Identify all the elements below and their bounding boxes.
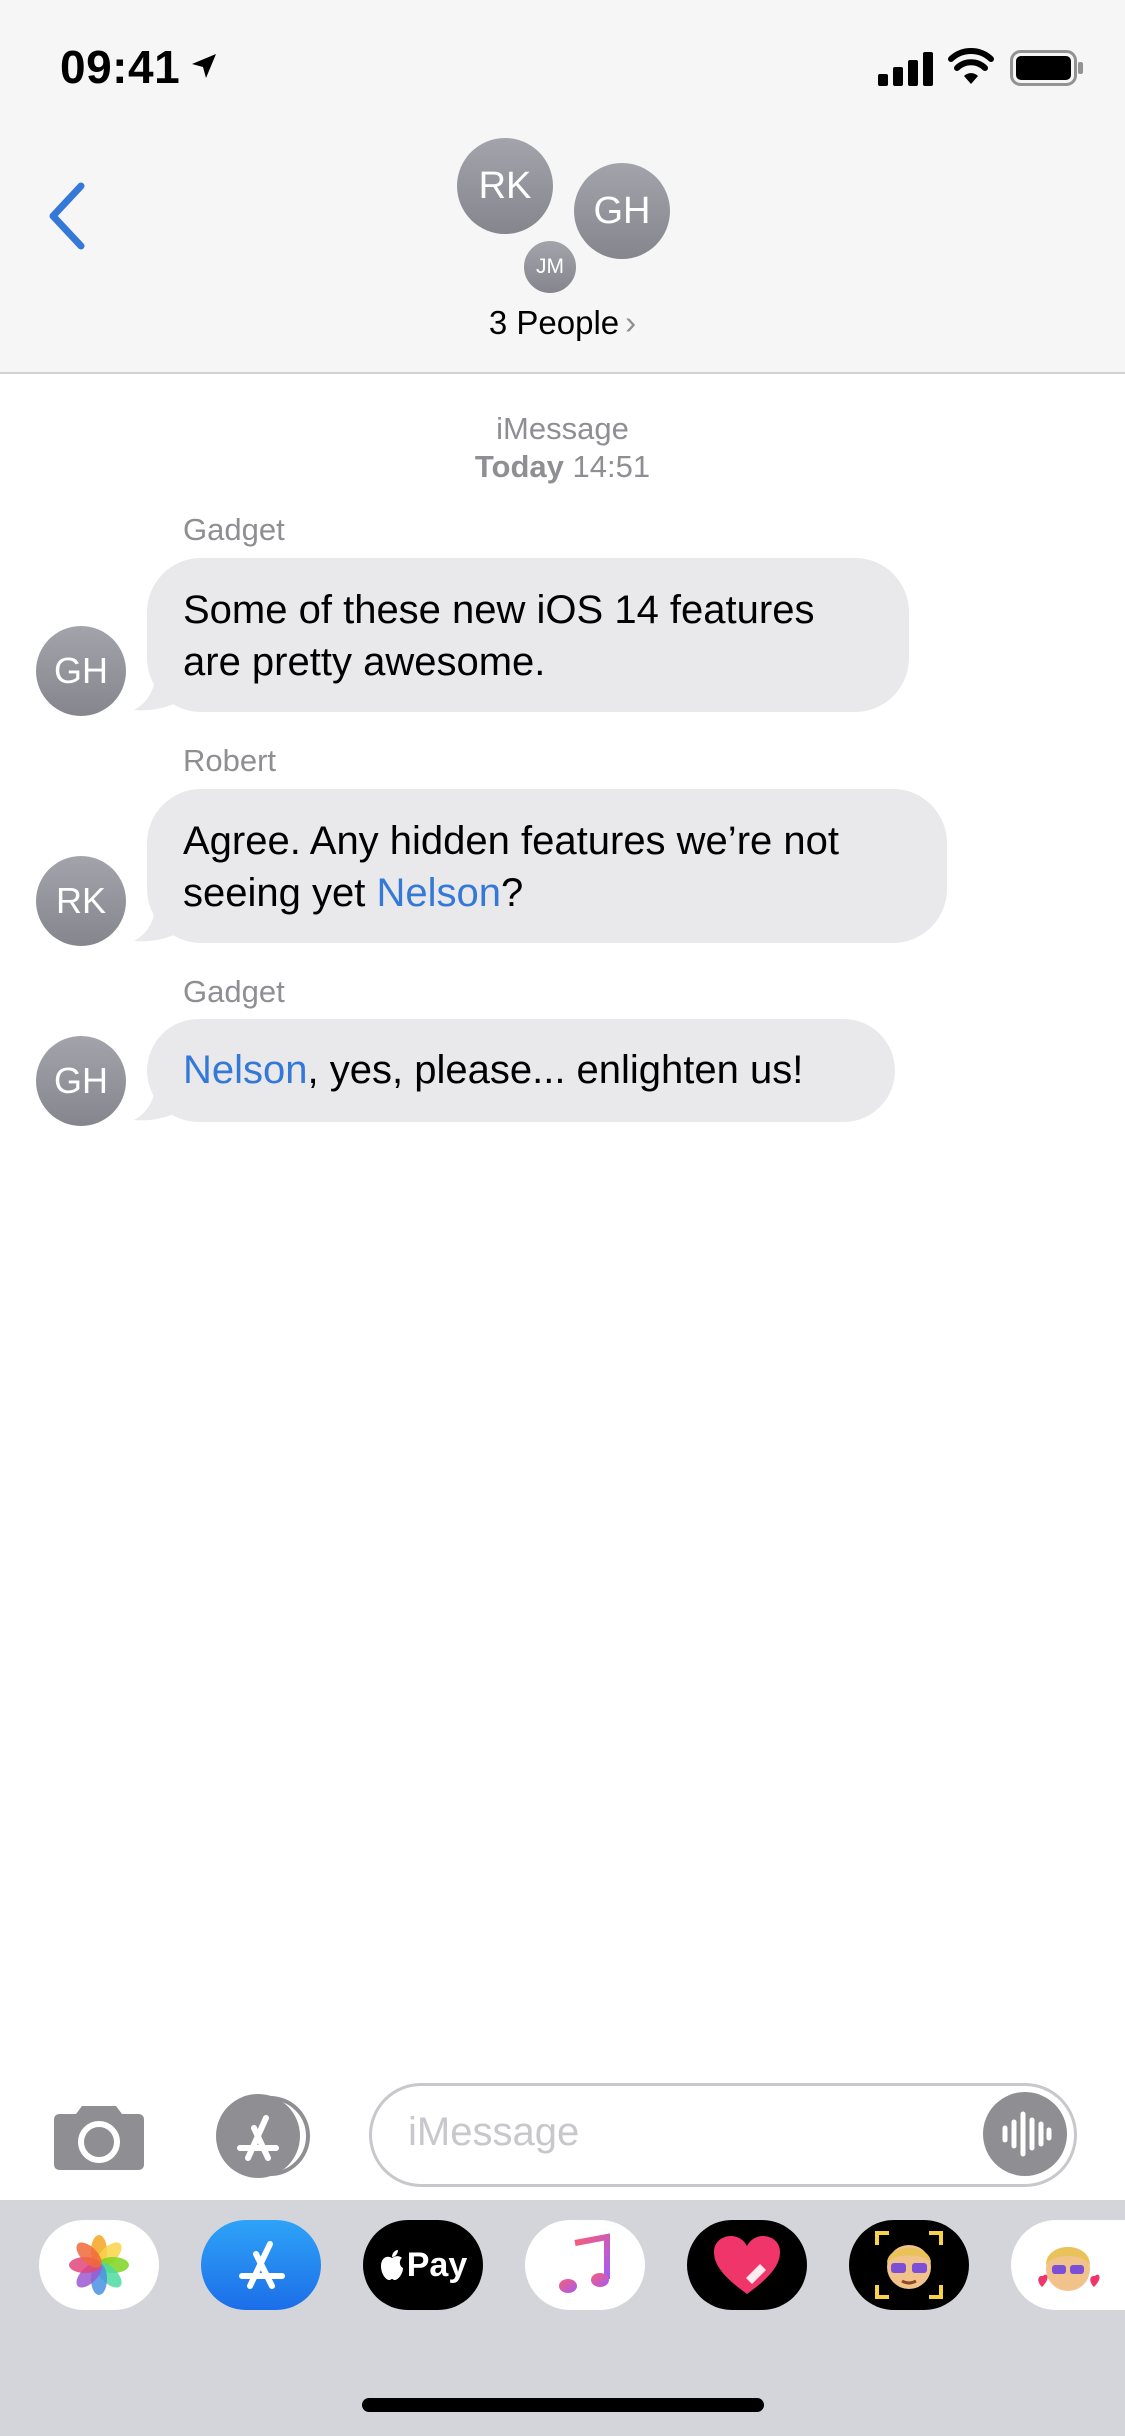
waveform-icon (1002, 2111, 1052, 2157)
memoji-stickers-app-button[interactable] (1011, 2220, 1125, 2310)
sender-avatar[interactable]: RK (36, 856, 126, 946)
music-app-button[interactable] (525, 2220, 645, 2310)
message-bubble[interactable]: Nelson, yes, please... enlighten us! (147, 1019, 895, 1122)
photos-icon (69, 2235, 129, 2295)
memoji-app-button[interactable] (849, 2220, 969, 2310)
app-store-app-button[interactable] (201, 2220, 321, 2310)
message-text: seeing yet Nelson? (183, 871, 524, 915)
avatar-rk[interactable]: RK (457, 138, 553, 234)
message-text: Nelson, yes, please... enlighten us! (183, 1048, 804, 1092)
apple-logo-icon (380, 2250, 403, 2280)
back-chevron-icon[interactable] (45, 180, 87, 252)
app-store-button[interactable] (210, 2094, 318, 2178)
avatar-gh[interactable]: GH (574, 163, 670, 259)
memoji-stickers-icon (1038, 2247, 1100, 2291)
memoji-icon (875, 2231, 943, 2299)
message-text: Agree. Any hidden features we’re not (183, 819, 839, 863)
message-bubble[interactable]: Agree. Any hidden features we’re not see… (147, 789, 947, 943)
apple-pay-app-button[interactable]: Pay (363, 2220, 483, 2310)
digital-touch-app-button[interactable] (687, 2220, 807, 2310)
music-icon (559, 2233, 610, 2293)
group-title: 3 People (488, 304, 620, 341)
sender-avatar[interactable]: GH (36, 1036, 126, 1126)
location-arrow-icon (192, 54, 216, 78)
chevron-right-icon: › (625, 304, 637, 341)
message-text: Some of these new iOS 14 features (183, 588, 815, 632)
camera-icon[interactable] (52, 2100, 146, 2172)
sender-name: Gadget (183, 512, 285, 547)
sender-name: Robert (183, 743, 277, 778)
message-bubble[interactable]: Some of these new iOS 14 features are pr… (147, 558, 909, 712)
audio-message-button[interactable] (983, 2092, 1067, 2176)
battery-icon (1010, 50, 1083, 86)
app-store-icon (239, 2241, 285, 2289)
sender-avatar[interactable]: GH (36, 626, 126, 716)
service-label: iMessage (496, 411, 629, 446)
avatar-jm[interactable]: JM (522, 239, 578, 295)
message-input-placeholder: iMessage (408, 2110, 580, 2154)
wifi-icon (948, 48, 994, 84)
heart-icon (714, 2236, 780, 2294)
sender-name: Gadget (183, 974, 285, 1009)
thread-timestamp: iMessage Today 14:51 (0, 410, 1125, 486)
timestamp: Today 14:51 (474, 449, 651, 484)
apple-pay-label: Pay (406, 2245, 468, 2284)
cellular-signal-icon (878, 52, 933, 86)
group-title-button[interactable]: 3 People › (0, 304, 1125, 342)
home-indicator[interactable] (362, 2398, 764, 2412)
message-text: are pretty awesome. (183, 640, 546, 684)
mention-link[interactable]: Nelson (376, 871, 501, 915)
photos-app-button[interactable] (39, 2220, 159, 2310)
status-time: 09:41 (60, 41, 181, 93)
mention-link[interactable]: Nelson (183, 1048, 308, 1092)
